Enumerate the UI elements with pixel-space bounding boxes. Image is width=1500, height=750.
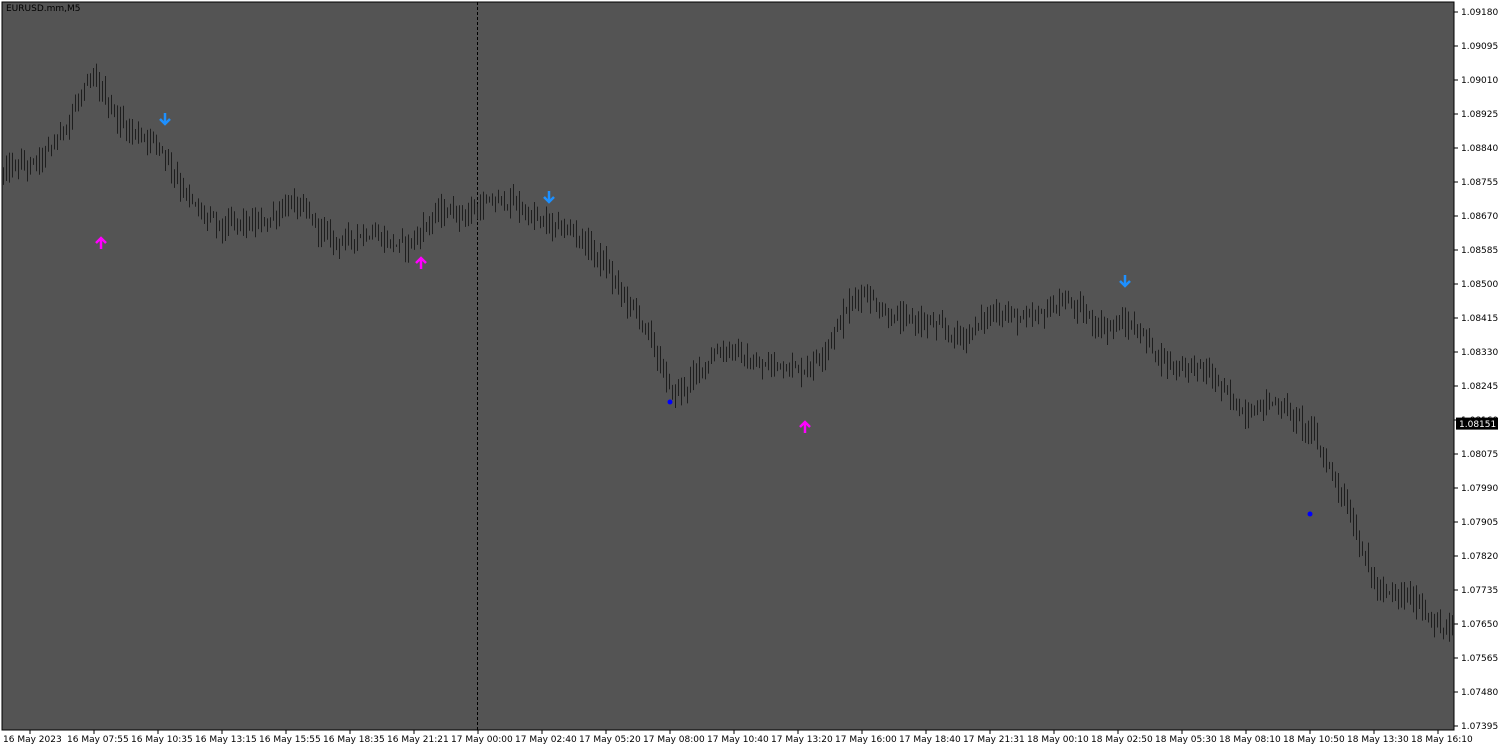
time-tick-label: 17 May 10:40 bbox=[707, 735, 769, 745]
chart-canvas[interactable]: 1.09180 1.09095 1.09010 1.08925 1.08840 1.087… bbox=[0, 0, 1500, 750]
time-tick-label: 17 May 08:00 bbox=[643, 735, 705, 745]
price-tick-label: 1.07395 bbox=[1461, 722, 1498, 732]
price-tick-label: 1.09095 bbox=[1461, 42, 1498, 52]
price-tick-label: 1.07735 bbox=[1461, 586, 1498, 596]
time-tick-label: 17 May 21:31 bbox=[963, 735, 1025, 745]
signal-dot bbox=[667, 399, 673, 405]
price-tick-label: 1.07990 bbox=[1461, 484, 1498, 494]
signal-dot bbox=[1307, 511, 1313, 517]
time-tick-label: 16 May 15:55 bbox=[259, 735, 321, 745]
time-tick-label: 16 May 10:35 bbox=[131, 735, 193, 745]
price-tick-label: 1.08925 bbox=[1461, 110, 1498, 120]
price-tick-label: 1.08670 bbox=[1461, 212, 1498, 222]
time-tick-label: 16 May 13:15 bbox=[195, 735, 257, 745]
price-axis: 1.09180 1.09095 1.09010 1.08925 1.08840 1.087… bbox=[1454, 8, 1498, 732]
time-tick-label: 16 May 07:55 bbox=[67, 735, 129, 745]
time-tick-label: 18 May 16:10 bbox=[1411, 735, 1473, 745]
price-tick-label: 1.07480 bbox=[1461, 688, 1498, 698]
time-tick-label: 16 May 18:35 bbox=[323, 735, 385, 745]
time-tick-label: 18 May 05:30 bbox=[1155, 735, 1217, 745]
time-tick-label: 17 May 16:00 bbox=[835, 735, 897, 745]
time-tick-label: 17 May 05:20 bbox=[579, 735, 641, 745]
symbol-timeframe-label: EURUSD.mm,M5 bbox=[6, 4, 81, 14]
price-tick-label: 1.08330 bbox=[1461, 348, 1498, 358]
price-tick-label: 1.09180 bbox=[1461, 8, 1498, 18]
time-tick-label: 18 May 13:30 bbox=[1347, 735, 1409, 745]
time-tick-label: 16 May 21:21 bbox=[387, 735, 449, 745]
current-price-tag: 1.08151 bbox=[1456, 417, 1498, 430]
price-tick-label: 1.08075 bbox=[1461, 450, 1498, 460]
price-tick-label: 1.09010 bbox=[1461, 76, 1498, 86]
price-tick-label: 1.07820 bbox=[1461, 552, 1498, 562]
price-tick-label: 1.08755 bbox=[1461, 178, 1498, 188]
time-tick-label: 17 May 00:00 bbox=[451, 735, 513, 745]
time-tick-label: 17 May 02:40 bbox=[515, 735, 577, 745]
time-tick-label: 16 May 2023 bbox=[3, 735, 62, 745]
price-tick-label: 1.07650 bbox=[1461, 620, 1498, 630]
time-tick-label: 18 May 08:10 bbox=[1219, 735, 1281, 745]
price-tick-label: 1.08500 bbox=[1461, 280, 1498, 290]
price-tick-label: 1.08585 bbox=[1461, 246, 1498, 256]
price-tick-label: 1.08415 bbox=[1461, 314, 1498, 324]
time-axis: 16 May 2023 16 May 07:55 16 May 10:35 16 Ma… bbox=[3, 730, 1473, 745]
time-tick-label: 17 May 13:20 bbox=[771, 735, 833, 745]
price-tick-label: 1.07905 bbox=[1461, 518, 1498, 528]
current-price-label: 1.08151 bbox=[1459, 420, 1496, 430]
time-tick-label: 18 May 02:50 bbox=[1091, 735, 1153, 745]
plot-area[interactable] bbox=[1, 1, 1455, 731]
chart-window: 1.09180 1.09095 1.09010 1.08925 1.08840 1.087… bbox=[0, 0, 1500, 750]
time-tick-label: 17 May 18:40 bbox=[899, 735, 961, 745]
time-tick-label: 18 May 00:10 bbox=[1027, 735, 1089, 745]
price-tick-label: 1.07565 bbox=[1461, 654, 1498, 664]
price-tick-label: 1.08840 bbox=[1461, 144, 1498, 154]
time-tick-label: 18 May 10:50 bbox=[1283, 735, 1345, 745]
price-tick-label: 1.08245 bbox=[1461, 382, 1498, 392]
